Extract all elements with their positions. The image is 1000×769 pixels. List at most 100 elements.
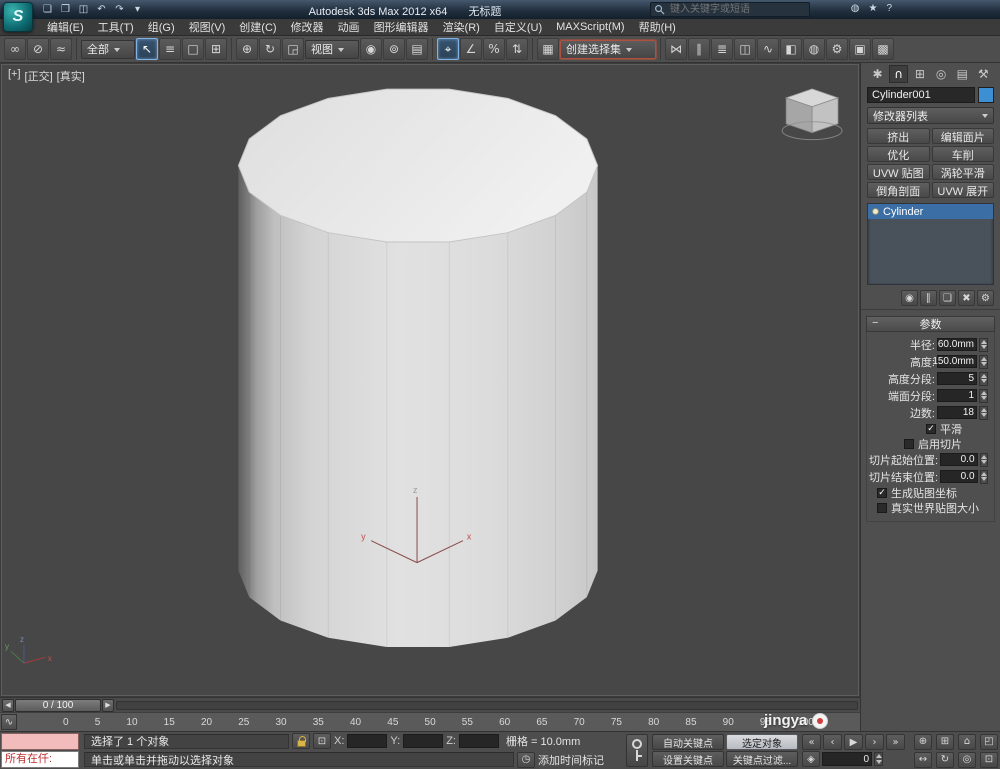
snap-toggle-icon[interactable]: ⌖ xyxy=(437,38,459,60)
help-icon[interactable]: ? xyxy=(886,3,892,14)
time-slider[interactable]: ◀ 0 / 100 ▶ xyxy=(0,697,860,712)
time-slider-grip[interactable]: 0 / 100 xyxy=(15,699,101,712)
x-coordinate-field[interactable] xyxy=(347,734,387,748)
time-tag-icon[interactable]: ◷ xyxy=(517,752,535,768)
selection-lock-button[interactable] xyxy=(292,733,310,749)
motion-tab[interactable]: ◎ xyxy=(932,65,951,83)
menu-group[interactable]: 组(G) xyxy=(141,19,182,35)
make-unique-icon[interactable]: ❏ xyxy=(939,290,956,306)
macro-recorder-line[interactable] xyxy=(1,733,79,750)
display-tab[interactable]: ▤ xyxy=(953,65,972,83)
modifier-button-extrude[interactable]: 挤出 xyxy=(867,128,930,144)
spinner-control[interactable] xyxy=(980,470,988,484)
menu-graph-editors[interactable]: 图形编辑器 xyxy=(367,19,436,35)
menu-help[interactable]: 帮助(H) xyxy=(632,19,683,35)
graphite-ribbon-icon[interactable]: ◫ xyxy=(734,38,756,60)
hierarchy-tab[interactable]: ⊞ xyxy=(910,65,929,83)
modifier-button-uvw-map[interactable]: UVW 贴图 xyxy=(867,164,930,180)
modifier-button-edit-patch[interactable]: 编辑面片 xyxy=(932,128,995,144)
show-end-result-icon[interactable]: ∥ xyxy=(920,290,937,306)
param-value-field[interactable]: 1 xyxy=(937,389,977,402)
param-value-field[interactable]: 0.0 xyxy=(940,470,977,483)
spinner-control[interactable] xyxy=(979,406,988,420)
next-frame-button[interactable]: › xyxy=(865,734,884,750)
maximize-viewport-icon[interactable]: ⊡ xyxy=(980,752,998,768)
modifier-button-optimize[interactable]: 优化 xyxy=(867,146,930,162)
menu-modifiers[interactable]: 修改器 xyxy=(284,19,331,35)
set-key-mode-button[interactable]: 设置关键点 xyxy=(652,751,724,767)
menu-animation[interactable]: 动画 xyxy=(331,19,367,35)
select-and-rotate-icon[interactable]: ↻ xyxy=(259,38,281,60)
listener-line[interactable]: 所有在仟: xyxy=(1,751,79,768)
select-and-manipulate-icon[interactable]: ⊚ xyxy=(383,38,405,60)
keyboard-override-icon[interactable]: ▤ xyxy=(406,38,428,60)
modify-tab[interactable]: ∩ xyxy=(889,65,908,83)
selection-region-icon[interactable]: □ xyxy=(182,38,204,60)
param-value-field[interactable]: 150.0mm xyxy=(937,355,977,368)
go-to-end-button[interactable]: » xyxy=(886,734,905,750)
view-cube[interactable] xyxy=(782,89,842,140)
render-setup-icon[interactable]: ⚙ xyxy=(826,38,848,60)
key-mode-toggle[interactable]: ◈ xyxy=(802,751,820,767)
zoom-icon[interactable]: ⊕ xyxy=(914,734,932,750)
layer-manager-icon[interactable]: ≣ xyxy=(711,38,733,60)
configure-modifier-sets-icon[interactable]: ⚙ xyxy=(977,290,994,306)
modifier-button-turbosmooth[interactable]: 涡轮平滑 xyxy=(932,164,995,180)
utilities-tab[interactable]: ⚒ xyxy=(974,65,993,83)
create-tab[interactable]: ✱ xyxy=(868,65,887,83)
spinner-control[interactable] xyxy=(979,389,988,403)
set-key-button[interactable] xyxy=(626,734,648,767)
reference-coordinate-dropdown[interactable]: 视图 xyxy=(305,40,359,59)
menu-rendering[interactable]: 渲染(R) xyxy=(436,19,487,35)
object-color-swatch[interactable] xyxy=(978,87,994,103)
unlink-selection-icon[interactable]: ⊘ xyxy=(27,38,49,60)
spinner-control[interactable] xyxy=(979,355,988,369)
spinner-control[interactable] xyxy=(980,453,988,467)
maxscript-mini-listener[interactable]: 所有在仟: xyxy=(0,732,80,769)
infocenter-search[interactable] xyxy=(650,2,810,17)
y-coordinate-field[interactable] xyxy=(403,734,443,748)
app-menu-button[interactable]: S xyxy=(3,2,33,32)
viewport[interactable]: [+] [正交] [真实] xyxy=(1,64,859,696)
checkbox[interactable] xyxy=(904,439,914,449)
absolute-offset-toggle[interactable]: ⊡ xyxy=(313,733,331,749)
select-object-icon[interactable]: ↖ xyxy=(136,38,158,60)
checkbox[interactable] xyxy=(926,424,936,434)
time-step-back-button[interactable]: ◀ xyxy=(2,699,14,712)
spinner-snap-icon[interactable]: ⇅ xyxy=(506,38,528,60)
previous-frame-button[interactable]: ‹ xyxy=(823,734,842,750)
rendered-frame-icon[interactable]: ▣ xyxy=(849,38,871,60)
field-of-view-icon[interactable]: ◎ xyxy=(958,752,976,768)
cylinder-object[interactable] xyxy=(238,89,597,647)
angle-snap-icon[interactable]: ∠ xyxy=(460,38,482,60)
modifier-button-unwrap-uvw[interactable]: UVW 展开 xyxy=(932,182,995,198)
menu-tools[interactable]: 工具(T) xyxy=(91,19,141,35)
time-step-forward-button[interactable]: ▶ xyxy=(102,699,114,712)
menu-edit[interactable]: 编辑(E) xyxy=(40,19,91,35)
menu-create[interactable]: 创建(C) xyxy=(232,19,283,35)
viewport-general-menu[interactable]: [+] xyxy=(8,68,21,84)
zoom-extents-icon[interactable]: ⌂ xyxy=(958,734,976,750)
bind-to-space-warp-icon[interactable]: ≈ xyxy=(50,38,72,60)
window-crossing-icon[interactable]: ⊞ xyxy=(205,38,227,60)
param-value-field[interactable]: 18 xyxy=(937,406,977,419)
frame-spinner[interactable] xyxy=(874,752,883,766)
favorites-icon[interactable]: ★ xyxy=(868,3,877,14)
remove-modifier-icon[interactable]: ✖ xyxy=(958,290,975,306)
modifier-button-bevel-profile[interactable]: 倒角剖面 xyxy=(867,182,930,198)
mini-curve-editor-button[interactable]: ∿ xyxy=(1,714,17,730)
orbit-icon[interactable]: ↻ xyxy=(936,752,954,768)
selection-filter-dropdown[interactable]: 全部 xyxy=(81,40,135,59)
cylinder-top-face[interactable] xyxy=(238,89,597,242)
communication-center-icon[interactable]: ◍ xyxy=(851,3,860,14)
pan-icon[interactable]: ↔ xyxy=(914,752,932,768)
modifier-button-lathe[interactable]: 车削 xyxy=(932,146,995,162)
render-production-icon[interactable]: ▩ xyxy=(872,38,894,60)
zoom-all-icon[interactable]: ⊞ xyxy=(936,734,954,750)
spinner-control[interactable] xyxy=(979,338,988,352)
align-icon[interactable]: ∥ xyxy=(688,38,710,60)
menu-customize[interactable]: 自定义(U) xyxy=(487,19,549,35)
use-pivot-center-icon[interactable]: ◉ xyxy=(360,38,382,60)
go-to-start-button[interactable]: « xyxy=(802,734,821,750)
key-mode-dropdown[interactable]: 选定对象 xyxy=(726,734,798,750)
